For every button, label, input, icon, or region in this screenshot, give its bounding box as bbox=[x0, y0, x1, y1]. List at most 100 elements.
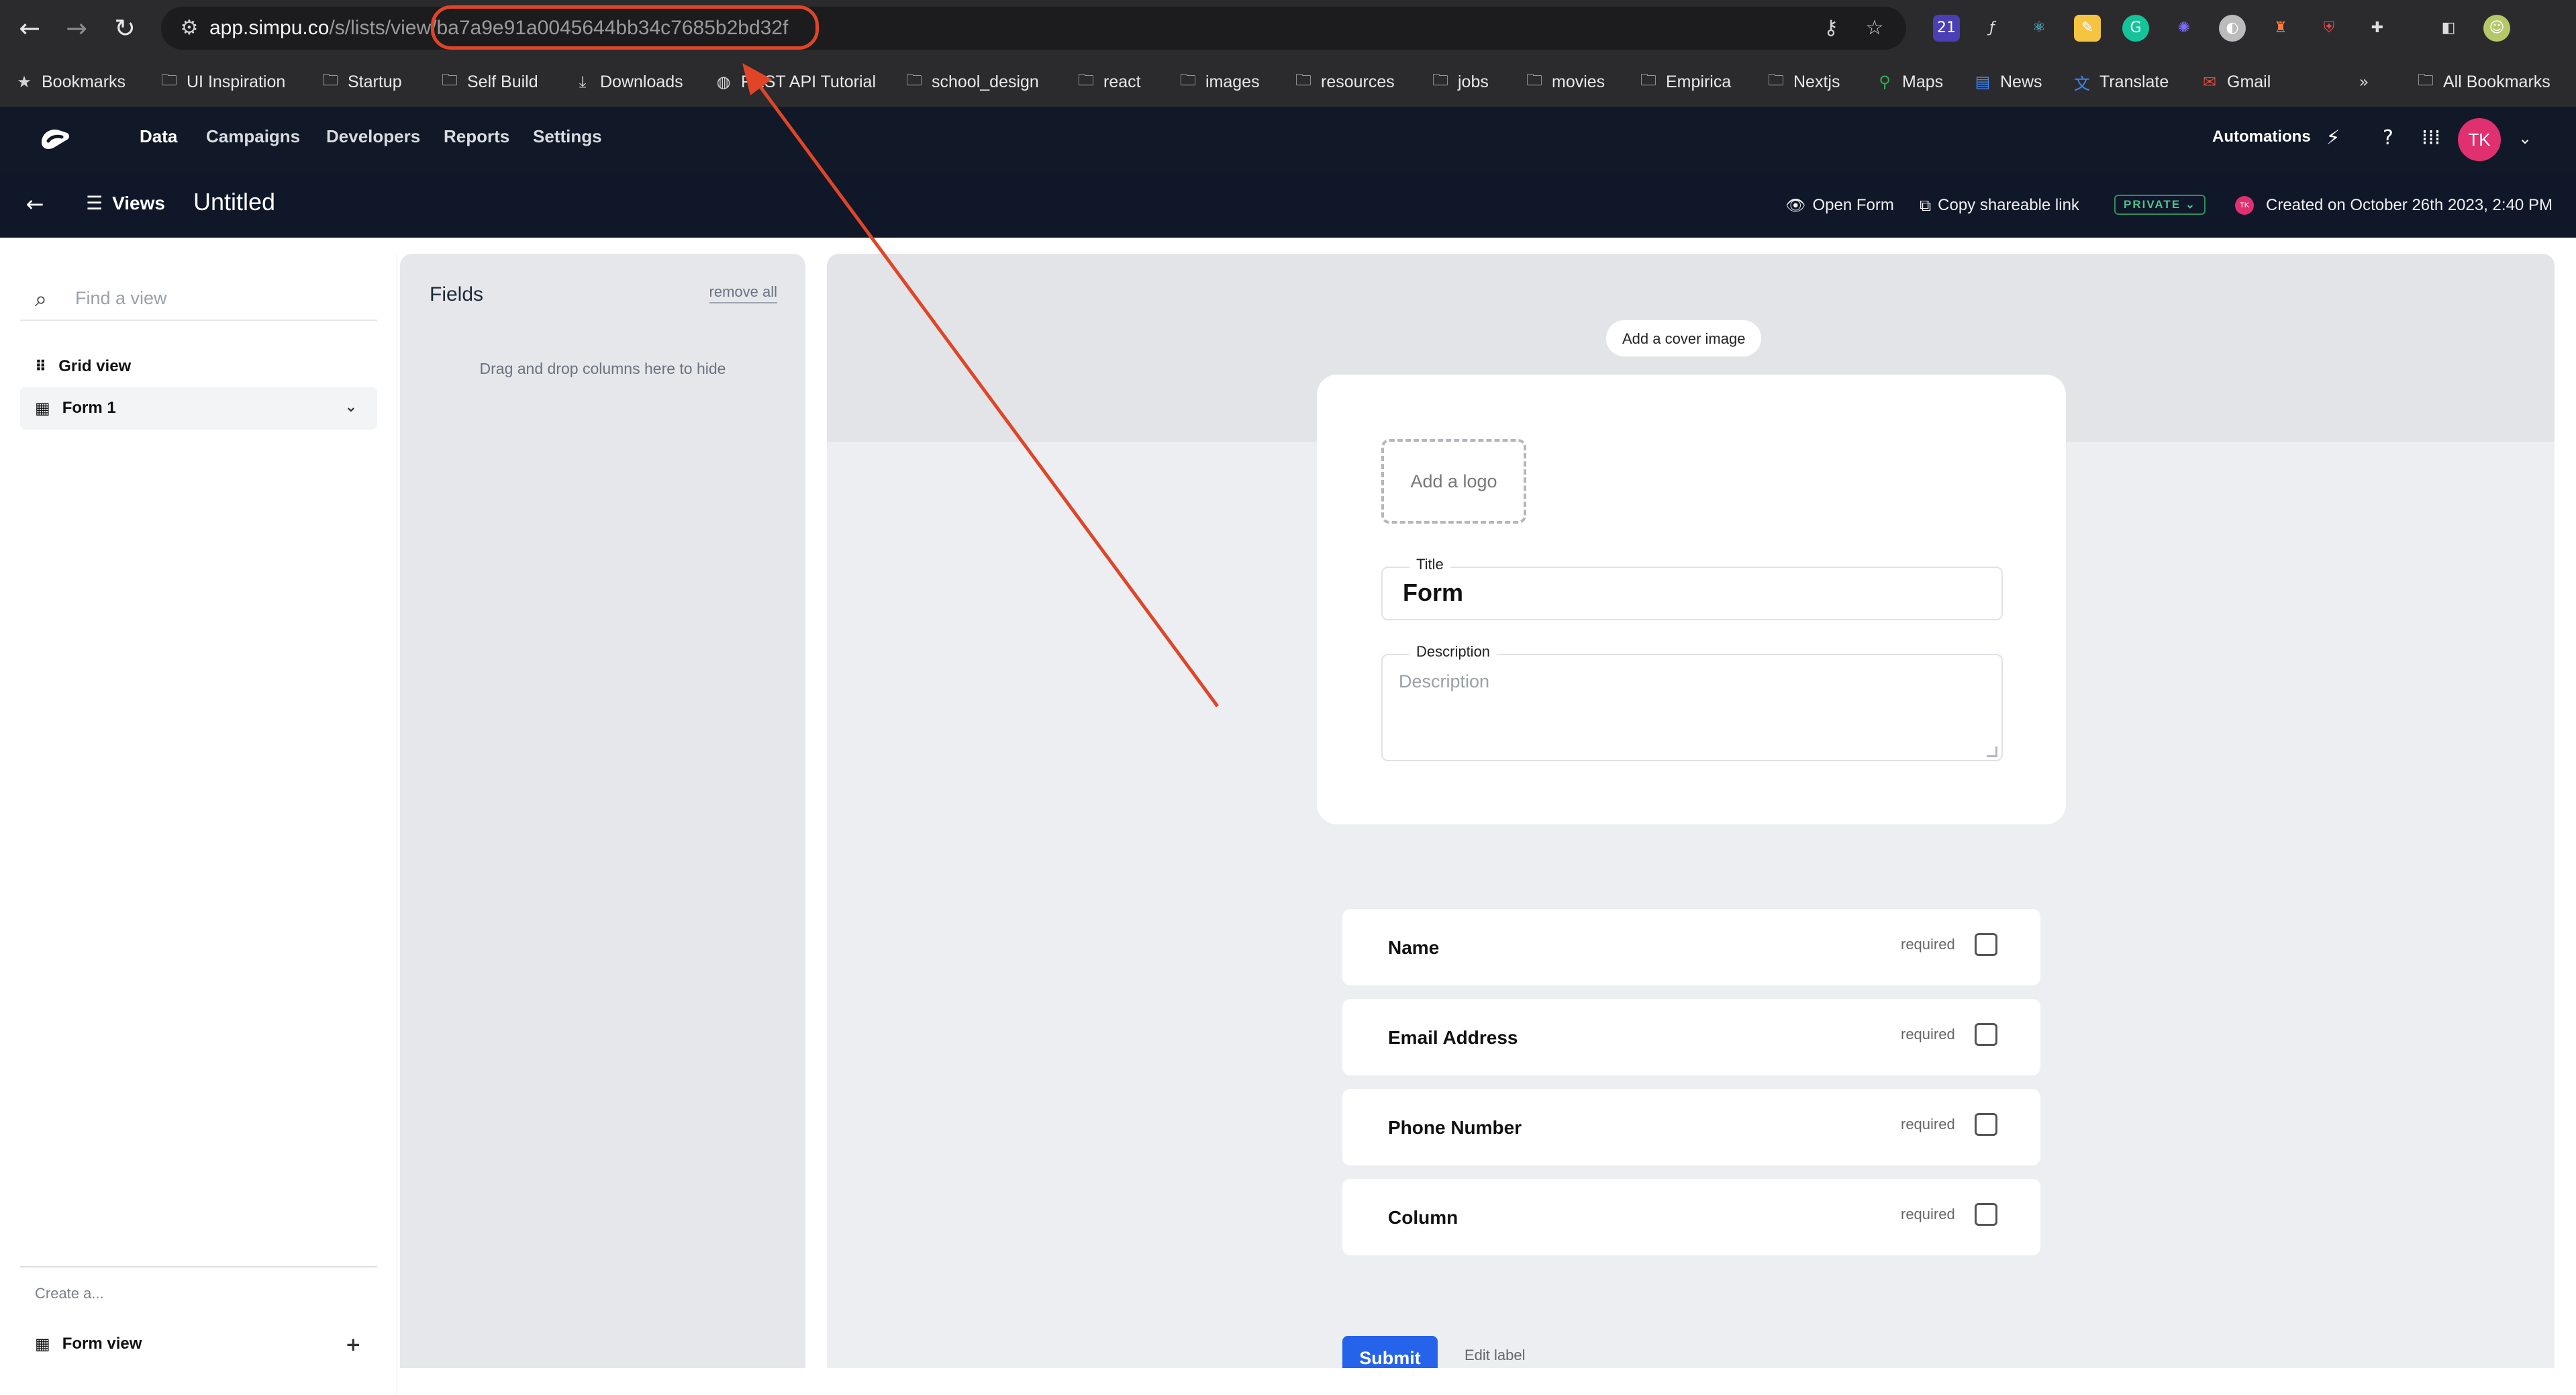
gmail-icon: ✉ bbox=[2202, 73, 2217, 91]
bookmark-folder[interactable]: 🗀 school_design bbox=[905, 68, 1039, 95]
bell-extension-icon[interactable]: ♜ bbox=[2267, 15, 2294, 42]
open-form-button[interactable]: 👁 Open Form bbox=[1785, 196, 1894, 215]
bookmark-folder[interactable]: 🗀 UI Inspiration bbox=[160, 68, 285, 95]
formula-extension-icon[interactable]: ƒ bbox=[1979, 15, 2005, 42]
hidden-fields-panel[interactable]: Fields remove all Drag and drop columns … bbox=[400, 254, 805, 1368]
required-label: required bbox=[1901, 1206, 1955, 1222]
remove-all-link[interactable]: remove all bbox=[709, 283, 777, 303]
bookmark-folder[interactable]: 🗀 jobs bbox=[1431, 68, 1489, 95]
bookmark-item[interactable]: ⚲ Maps bbox=[1875, 68, 1943, 95]
nav-data[interactable]: Data bbox=[140, 126, 177, 147]
password-key-icon[interactable]: ⚷ bbox=[1819, 16, 1843, 40]
view-item-form[interactable]: ▦ Form 1 ⌄ bbox=[20, 387, 377, 430]
nav-reports[interactable]: Reports bbox=[444, 126, 509, 147]
title-field[interactable]: Title Form bbox=[1381, 556, 2003, 620]
create-form-view-button[interactable]: ▦ Form view + bbox=[20, 1325, 377, 1363]
bookmark-item[interactable]: ▤ News bbox=[1973, 68, 2042, 95]
bookmark-item[interactable]: ◍ REST API Tutorial bbox=[714, 68, 877, 95]
view-item-grid[interactable]: ⠿ Grid view bbox=[20, 345, 377, 388]
description-field[interactable]: Description Description bbox=[1381, 643, 2003, 761]
chevron-down-icon[interactable]: ⌄ bbox=[2512, 125, 2538, 152]
nav-campaigns[interactable]: Campaigns bbox=[206, 126, 300, 147]
folder-icon: 🗀 bbox=[906, 70, 922, 89]
apps-grid-icon[interactable]: ⁞⁞⁞ bbox=[2418, 125, 2444, 152]
page-title[interactable]: Untitled bbox=[193, 188, 275, 216]
form-field-row[interactable]: Email Address required bbox=[1342, 999, 2040, 1075]
bookmark-folder[interactable]: 🗀 Nextjs bbox=[1767, 68, 1840, 95]
resize-handle[interactable] bbox=[1987, 747, 1997, 757]
shield-extension-icon[interactable]: ⛨ bbox=[2316, 15, 2342, 42]
bookmark-folder[interactable]: 🗀 images bbox=[1179, 68, 1260, 95]
bookmark-folder[interactable]: 🗀 Startup bbox=[321, 68, 402, 95]
plus-icon[interactable]: + bbox=[346, 1333, 361, 1355]
bookmark-folder[interactable]: 🗀 Empirica bbox=[1639, 68, 1731, 95]
globe-icon: ◍ bbox=[716, 73, 731, 91]
required-label: required bbox=[1901, 1116, 1955, 1133]
required-label: required bbox=[1901, 936, 1955, 953]
bookmark-folder[interactable]: 🗀 react bbox=[1077, 68, 1141, 95]
bookmark-star-icon[interactable]: ☆ bbox=[1863, 16, 1887, 40]
grammarly-icon[interactable]: G bbox=[2122, 15, 2149, 42]
calendar-extension-icon[interactable]: 21 bbox=[1933, 15, 1960, 42]
folder-icon: 🗀 bbox=[161, 70, 177, 89]
edit-label-link[interactable]: Edit label bbox=[1465, 1347, 1526, 1364]
required-checkbox[interactable] bbox=[1975, 933, 1997, 956]
url-highlight-annotation bbox=[431, 5, 819, 50]
puzzle-extensions-icon[interactable]: ✚ bbox=[2364, 15, 2391, 42]
folder-icon: 🗀 bbox=[322, 70, 338, 89]
moon-extension-icon[interactable]: ◐ bbox=[2219, 15, 2246, 42]
bookmark-folder[interactable]: 🗀 resources bbox=[1294, 68, 1395, 95]
bookmark-folder[interactable]: 🗀 Self Build bbox=[440, 68, 538, 95]
required-checkbox[interactable] bbox=[1975, 1023, 1997, 1046]
copy-link-button[interactable]: ⧉ Copy shareable link bbox=[1920, 196, 2079, 215]
site-settings-icon[interactable]: ⚙ bbox=[177, 16, 201, 40]
all-bookmarks-folder[interactable]: 🗀 All Bookmarks bbox=[2416, 68, 2550, 95]
gear-extension-icon[interactable]: ✺ bbox=[2171, 15, 2197, 42]
bookmark-folder[interactable]: 🗀 movies bbox=[1525, 68, 1605, 95]
required-label: required bbox=[1901, 1026, 1955, 1043]
simpu-logo-icon[interactable] bbox=[36, 122, 74, 157]
bookmark-item[interactable]: ⤓ Downloads bbox=[573, 68, 683, 95]
address-bar[interactable]: ⚙ app.simpu.co/s/lists/view/ba7a9e91a004… bbox=[161, 5, 1906, 50]
reload-icon[interactable]: ↻ bbox=[107, 11, 142, 46]
add-logo-dropzone[interactable]: Add a logo bbox=[1381, 439, 1526, 524]
folder-icon: 🗀 bbox=[1432, 70, 1448, 89]
map-pin-icon: ⚲ bbox=[1879, 73, 1891, 91]
sidebar-toggle-icon[interactable]: ◧ bbox=[2435, 15, 2462, 42]
automations-link[interactable]: Automations bbox=[2212, 128, 2311, 146]
title-value[interactable]: Form bbox=[1403, 579, 1463, 607]
views-sidebar: ⌕ ⠿ Grid view ▦ Form 1 ⌄ Create a... ▦ F… bbox=[0, 254, 397, 1395]
created-timestamp: Created on October 26th 2023, 2:40 PM bbox=[2266, 196, 2553, 214]
bookmark-item[interactable]: ✉ Gmail bbox=[2200, 68, 2271, 95]
nav-developers[interactable]: Developers bbox=[326, 126, 420, 147]
bookmark-item[interactable]: 文 Translate bbox=[2073, 68, 2169, 95]
required-checkbox[interactable] bbox=[1975, 1203, 1997, 1226]
submit-button[interactable]: Submit bbox=[1342, 1336, 1438, 1368]
required-checkbox[interactable] bbox=[1975, 1113, 1997, 1136]
form-field-row[interactable]: Phone Number required bbox=[1342, 1089, 2040, 1165]
find-view-input[interactable] bbox=[74, 283, 369, 313]
more-bookmarks-icon[interactable]: » bbox=[2355, 68, 2373, 95]
forward-arrow-icon[interactable]: → bbox=[59, 11, 94, 46]
folder-icon: 🗀 bbox=[1295, 70, 1311, 89]
help-icon[interactable]: ? bbox=[2375, 125, 2401, 152]
drop-hint: Drag and drop columns here to hide bbox=[479, 360, 726, 377]
form-field-row[interactable]: Name required bbox=[1342, 909, 2040, 985]
views-menu-button[interactable]: ☰ Views bbox=[86, 192, 165, 214]
user-avatar[interactable]: TK bbox=[2458, 118, 2501, 161]
lightning-icon[interactable]: ⚡ bbox=[2320, 125, 2346, 152]
notes-extension-icon[interactable]: ✎ bbox=[2074, 15, 2101, 42]
copy-icon: ⧉ bbox=[1920, 196, 1932, 215]
form-field-row[interactable]: Column required bbox=[1342, 1179, 2040, 1255]
profile-avatar-icon[interactable]: ☺ bbox=[2483, 15, 2510, 42]
nav-settings[interactable]: Settings bbox=[533, 126, 602, 147]
news-icon: ▤ bbox=[1975, 73, 1991, 91]
bookmark-item[interactable]: ★ Bookmarks bbox=[15, 68, 126, 95]
add-cover-image-button[interactable]: Add a cover image bbox=[1605, 320, 1763, 357]
react-devtools-icon[interactable]: ⚛ bbox=[2026, 15, 2052, 42]
back-arrow-icon[interactable]: ← bbox=[20, 189, 50, 219]
hamburger-icon: ☰ bbox=[86, 192, 103, 214]
privacy-badge[interactable]: PRIVATE ⌄ bbox=[2114, 195, 2206, 215]
chevron-down-icon[interactable]: ⌄ bbox=[345, 399, 357, 416]
back-arrow-icon[interactable]: ← bbox=[12, 11, 47, 46]
